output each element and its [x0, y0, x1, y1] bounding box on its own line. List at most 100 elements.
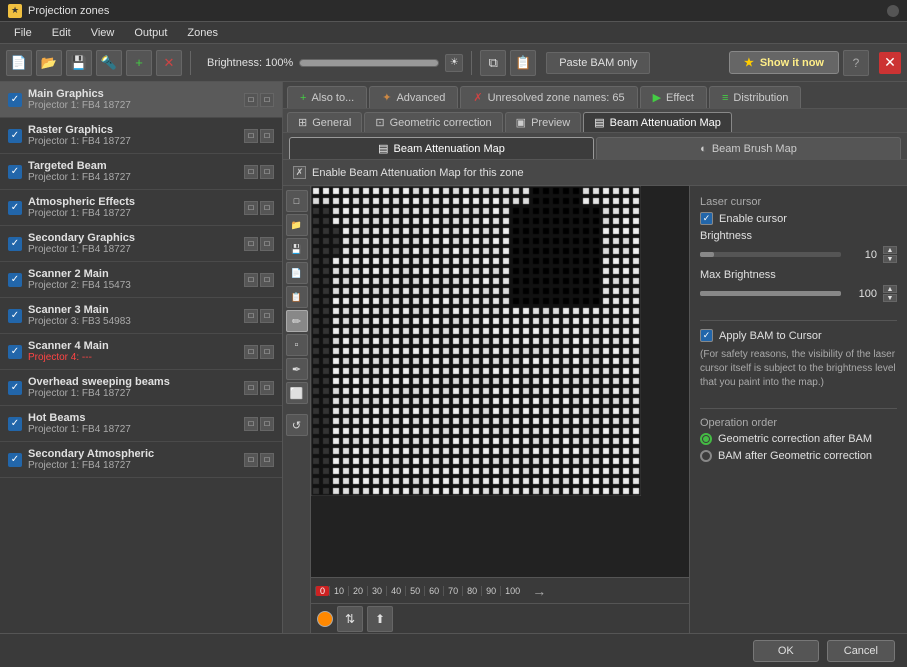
- mini-btn-1[interactable]: □: [244, 201, 258, 215]
- tab-also-to[interactable]: + Also to...: [287, 86, 367, 108]
- ruler-mark-10[interactable]: 10: [329, 586, 348, 596]
- ruler-mark-80[interactable]: 80: [462, 586, 481, 596]
- mini-btn-2[interactable]: □: [260, 165, 274, 179]
- tool-eraser[interactable]: ▫: [286, 334, 308, 356]
- sidebar-item-targeted-beam[interactable]: ✓ Targeted Beam Projector 1: FB4 18727 □…: [0, 154, 282, 190]
- max-brightness-spin-up[interactable]: ▲: [883, 285, 897, 293]
- bam-canvas[interactable]: [311, 186, 689, 577]
- mini-btn-1[interactable]: □: [244, 345, 258, 359]
- tab-preview[interactable]: ▣ Preview: [505, 112, 582, 132]
- mini-btn-1[interactable]: □: [244, 273, 258, 287]
- cancel-button[interactable]: Cancel: [827, 640, 895, 662]
- menu-edit[interactable]: Edit: [42, 25, 81, 41]
- mini-btn-1[interactable]: □: [244, 309, 258, 323]
- menu-view[interactable]: View: [81, 25, 125, 41]
- mini-btn-2[interactable]: □: [260, 93, 274, 107]
- bam-tab-attenuation[interactable]: ▤ Beam Attenuation Map: [289, 137, 594, 159]
- ruler-mark-40[interactable]: 40: [386, 586, 405, 596]
- new-button[interactable]: 📄: [6, 50, 32, 76]
- mini-btn-1[interactable]: □: [244, 93, 258, 107]
- radio-bam-after-geom[interactable]: [700, 450, 712, 462]
- show-it-now-button[interactable]: ★ Show it now: [729, 51, 839, 74]
- export-button[interactable]: ⬆: [367, 606, 393, 632]
- ruler-mark-90[interactable]: 90: [481, 586, 500, 596]
- laser-button[interactable]: 🔦: [96, 50, 122, 76]
- bam-drawing-canvas[interactable]: [311, 186, 641, 496]
- sidebar-item-secondary-graphics[interactable]: ✓ Secondary Graphics Projector 1: FB4 18…: [0, 226, 282, 262]
- mini-btn-2[interactable]: □: [260, 345, 274, 359]
- ruler-mark-50[interactable]: 50: [405, 586, 424, 596]
- tab-bam[interactable]: ▤ Beam Attenuation Map: [583, 112, 732, 132]
- menu-output[interactable]: Output: [124, 25, 177, 41]
- ruler-mark-20[interactable]: 20: [348, 586, 367, 596]
- close-button[interactable]: ✕: [879, 52, 901, 74]
- mini-btn-1[interactable]: □: [244, 237, 258, 251]
- ok-button[interactable]: OK: [753, 640, 819, 662]
- tab-advanced[interactable]: ✦ Advanced: [369, 86, 458, 108]
- brightness-spin-down[interactable]: ▼: [883, 255, 897, 263]
- delete-button[interactable]: ✕: [156, 50, 182, 76]
- mini-btn-2[interactable]: □: [260, 381, 274, 395]
- enable-bam-checkbox[interactable]: ✗: [293, 166, 306, 179]
- mini-btn-2[interactable]: □: [260, 453, 274, 467]
- sidebar-item-scanner-4-main[interactable]: ✓ Scanner 4 Main Projector 4: --- □ □: [0, 334, 282, 370]
- brightness-icon[interactable]: ☀: [445, 54, 463, 72]
- add-button[interactable]: +: [126, 50, 152, 76]
- menu-zones[interactable]: Zones: [177, 25, 228, 41]
- enable-cursor-checkbox[interactable]: ✓: [700, 212, 713, 225]
- brightness-spin-up[interactable]: ▲: [883, 246, 897, 254]
- tool-open[interactable]: 📁: [286, 214, 308, 236]
- sidebar-item-scanner-2-main[interactable]: ✓ Scanner 2 Main Projector 2: FB4 15473 …: [0, 262, 282, 298]
- mini-btn-2[interactable]: □: [260, 309, 274, 323]
- help-button[interactable]: ?: [843, 50, 869, 76]
- mini-btn-2[interactable]: □: [260, 417, 274, 431]
- tab-distribution[interactable]: ≡ Distribution: [709, 86, 801, 108]
- arrange-button[interactable]: ⇅: [337, 606, 363, 632]
- tool-new[interactable]: □: [286, 190, 308, 212]
- mini-btn-1[interactable]: □: [244, 129, 258, 143]
- tool-paint[interactable]: ✒: [286, 358, 308, 380]
- sidebar-item-main-graphics[interactable]: ✓ Main Graphics Projector 1: FB4 18727 □…: [0, 82, 282, 118]
- ruler-arrow[interactable]: →: [532, 583, 546, 599]
- tool-copy[interactable]: 📄: [286, 262, 308, 284]
- mini-btn-2[interactable]: □: [260, 237, 274, 251]
- mini-btn-2[interactable]: □: [260, 129, 274, 143]
- ruler-mark-30[interactable]: 30: [367, 586, 386, 596]
- max-brightness-spin-down[interactable]: ▼: [883, 294, 897, 302]
- mini-btn-1[interactable]: □: [244, 417, 258, 431]
- bam-tab-brush[interactable]: ◐ Beam Brush Map: [596, 137, 901, 159]
- save-button[interactable]: 💾: [66, 50, 92, 76]
- tab-effect[interactable]: ▶ Effect: [640, 86, 707, 108]
- tool-pen[interactable]: ✏: [286, 310, 308, 332]
- mini-btn-1[interactable]: □: [244, 453, 258, 467]
- paste-bam-only-button[interactable]: Paste BAM only: [546, 52, 650, 74]
- sidebar-item-hot-beams[interactable]: ✓ Hot Beams Projector 1: FB4 18727 □ □: [0, 406, 282, 442]
- mini-btn-2[interactable]: □: [260, 201, 274, 215]
- tool-rect[interactable]: ⬜: [286, 382, 308, 404]
- tool-save[interactable]: 💾: [286, 238, 308, 260]
- tab-unresolved[interactable]: ✗ Unresolved zone names: 65: [460, 86, 637, 108]
- ruler-mark-100[interactable]: 100: [500, 586, 524, 596]
- menu-file[interactable]: File: [4, 25, 42, 41]
- brightness-mini-slider[interactable]: [700, 252, 841, 257]
- paste-bam-button[interactable]: 📋: [510, 50, 536, 76]
- minimize-button[interactable]: [887, 5, 899, 17]
- brightness-slider[interactable]: [299, 59, 439, 67]
- tool-paste[interactable]: 📋: [286, 286, 308, 308]
- color-swatch[interactable]: [317, 611, 333, 627]
- sidebar-item-raster-graphics[interactable]: ✓ Raster Graphics Projector 1: FB4 18727…: [0, 118, 282, 154]
- copy-bam-button[interactable]: ⧉: [480, 50, 506, 76]
- sidebar-item-scanner-3-main[interactable]: ✓ Scanner 3 Main Projector 3: FB3 54983 …: [0, 298, 282, 334]
- radio-geom-after-bam[interactable]: [700, 433, 712, 445]
- mini-btn-2[interactable]: □: [260, 273, 274, 287]
- tab-general[interactable]: ⊞ General: [287, 112, 362, 132]
- sidebar-item-secondary-atmospheric[interactable]: ✓ Secondary Atmospheric Projector 1: FB4…: [0, 442, 282, 478]
- tool-undo[interactable]: ↺: [286, 414, 308, 436]
- open-button[interactable]: 📂: [36, 50, 62, 76]
- sidebar-item-overhead[interactable]: ✓ Overhead sweeping beams Projector 1: F…: [0, 370, 282, 406]
- mini-btn-1[interactable]: □: [244, 381, 258, 395]
- ruler-mark-70[interactable]: 70: [443, 586, 462, 596]
- max-brightness-mini-slider[interactable]: [700, 291, 841, 296]
- ruler-mark-60[interactable]: 60: [424, 586, 443, 596]
- sidebar-item-atmospheric-effects[interactable]: ✓ Atmospheric Effects Projector 1: FB4 1…: [0, 190, 282, 226]
